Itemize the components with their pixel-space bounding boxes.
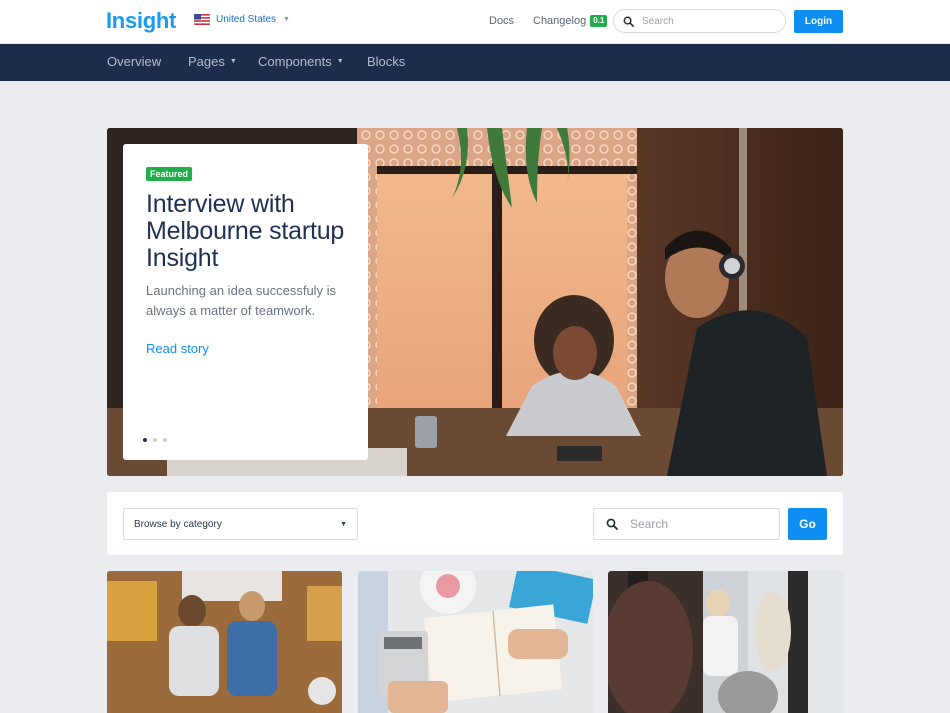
read-story-link[interactable]: Read story: [146, 341, 345, 356]
nav-item-label: Pages: [188, 54, 225, 69]
top-header: Insight United States ▼ Docs Changelog 0…: [0, 0, 950, 44]
nav-item-blocks[interactable]: Blocks: [367, 54, 405, 69]
nav-item-label: Blocks: [367, 54, 406, 69]
changelog-link[interactable]: Changelog 0.1: [533, 15, 608, 27]
locale-selector[interactable]: United States ▼: [194, 14, 290, 25]
go-button[interactable]: Go: [788, 508, 827, 540]
category-select[interactable]: Browse by category ▼: [123, 508, 358, 540]
login-button[interactable]: Login: [794, 10, 843, 33]
carousel-dot[interactable]: [163, 438, 167, 442]
chevron-down-icon: ▼: [340, 520, 347, 528]
featured-badge: Featured: [146, 167, 193, 181]
carousel-dots: [143, 438, 167, 442]
story-card-image[interactable]: [107, 571, 342, 713]
nav-item-components[interactable]: Components ▼: [258, 54, 344, 69]
header-search[interactable]: [613, 9, 786, 33]
search-icon: [623, 16, 634, 27]
filter-bar: Browse by category ▼ Go: [107, 492, 843, 555]
hero-description: Launching an idea successfuly is always …: [146, 283, 337, 318]
docs-link[interactable]: Docs: [489, 15, 514, 27]
carousel-dot[interactable]: [153, 438, 157, 442]
story-card-image[interactable]: [358, 571, 593, 713]
nav-item-overview[interactable]: Overview: [107, 54, 161, 69]
main-nav: Overview Pages ▼ Components ▼ Blocks: [0, 44, 950, 81]
content-search-input[interactable]: [630, 517, 770, 531]
us-flag-icon: [194, 14, 210, 25]
story-card-image[interactable]: [608, 571, 843, 713]
version-badge: 0.1: [590, 15, 608, 27]
nav-item-label: Overview: [107, 54, 162, 69]
chevron-down-icon: ▼: [336, 58, 344, 65]
content-search[interactable]: [593, 508, 780, 540]
changelog-label: Changelog: [533, 15, 587, 27]
locale-label: United States: [216, 14, 277, 25]
chevron-down-icon: ▼: [283, 16, 290, 23]
hero-title: Interview with Melbourne startup Insight: [146, 190, 345, 272]
search-icon: [606, 518, 618, 530]
nav-item-label: Components: [258, 54, 332, 69]
category-select-value: Browse by category: [134, 518, 222, 530]
header-search-input[interactable]: [642, 15, 772, 27]
hero-card: Featured Interview with Melbourne startu…: [123, 144, 368, 460]
chevron-down-icon: ▼: [229, 58, 237, 65]
carousel-dot[interactable]: [143, 438, 147, 442]
logo[interactable]: Insight: [106, 8, 176, 34]
nav-item-pages[interactable]: Pages ▼: [188, 54, 237, 69]
